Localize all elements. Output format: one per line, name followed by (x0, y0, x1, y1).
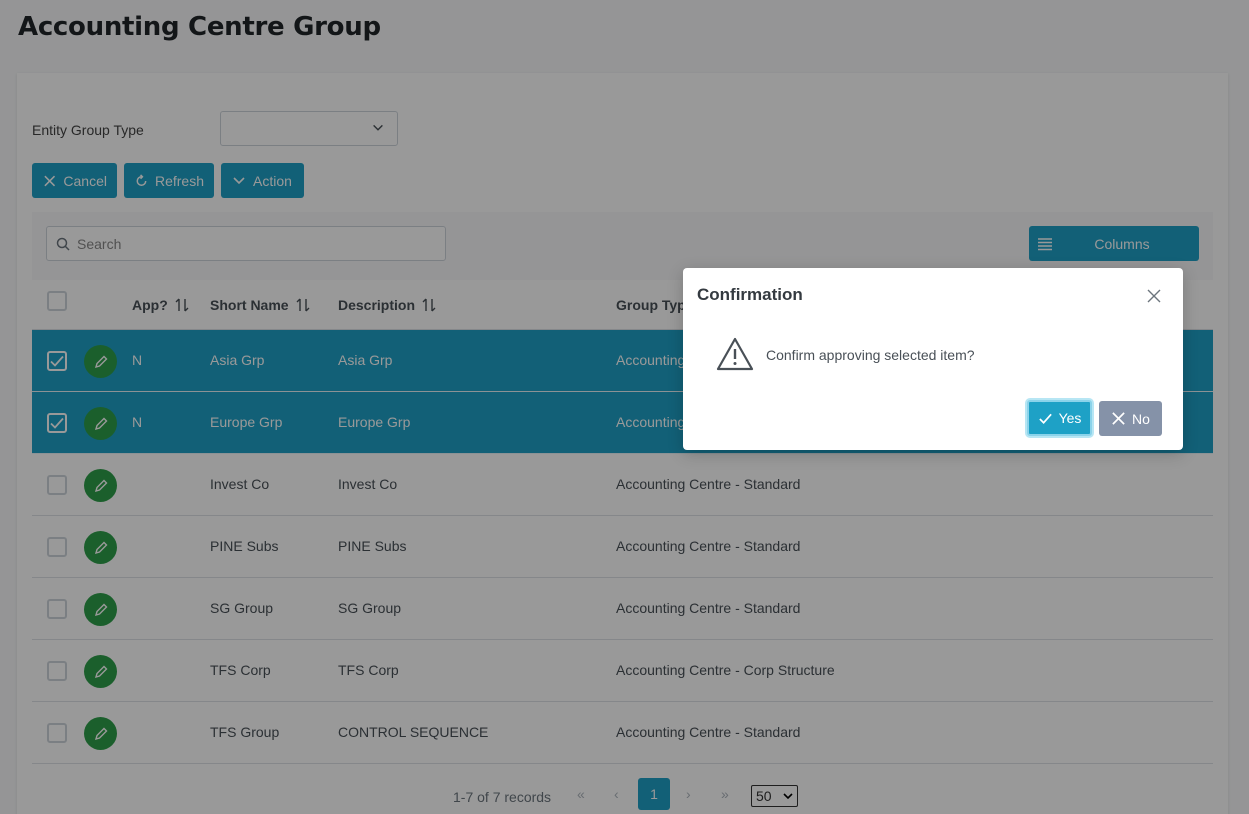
no-label: No (1132, 410, 1150, 427)
dialog-title: Confirmation (697, 285, 803, 304)
close-icon[interactable] (1146, 288, 1162, 304)
no-button[interactable]: No (1099, 401, 1162, 436)
close-icon (1112, 412, 1125, 425)
dialog-message: Confirm approving selected item? (766, 347, 975, 363)
check-icon (1038, 413, 1052, 424)
warning-icon (716, 337, 754, 371)
yes-button[interactable]: Yes (1027, 400, 1092, 436)
yes-label: Yes (1058, 410, 1082, 426)
confirmation-dialog: Confirmation Confirm approving selected … (683, 268, 1183, 450)
